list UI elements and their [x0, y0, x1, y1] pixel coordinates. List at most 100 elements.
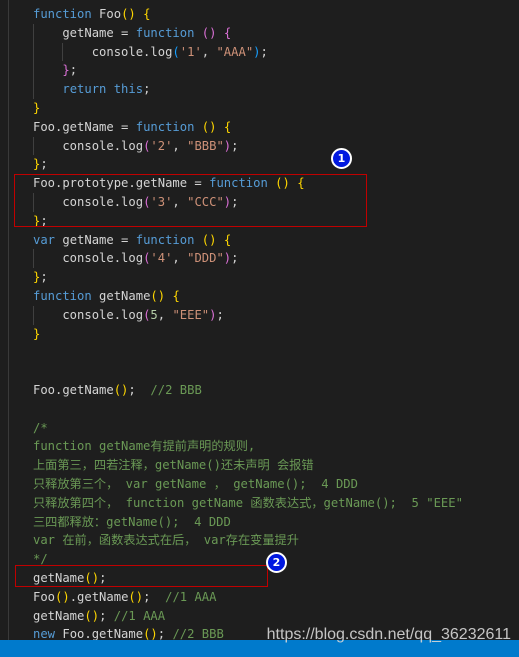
- code-token: 三四都释放：getName(); 4 DDD: [33, 514, 231, 529]
- code-line[interactable]: function getName有提前声明的规则,: [0, 437, 519, 456]
- code-token: console.log: [33, 138, 144, 153]
- code-token: function: [33, 7, 100, 21]
- code-line[interactable]: Foo.getName(); //2 BBB: [0, 381, 519, 400]
- code-token: //1 AAA: [165, 589, 217, 604]
- code-token: //1 AAA: [113, 608, 166, 623]
- code-token: 只释放第四个， function getName 函数表达式，getName()…: [33, 495, 463, 510]
- code-token: ): [253, 44, 261, 59]
- code-token: '2': [150, 138, 173, 153]
- code-token: {: [223, 119, 232, 134]
- code-token: ,: [201, 44, 217, 59]
- code-token: 上面第三，四若注释，getName()还未声明 会报错: [33, 458, 314, 473]
- code-token: (): [201, 119, 217, 134]
- code-line[interactable]: 只释放第三个， var getName ， getName(); 4 DDD: [0, 475, 519, 494]
- code-line[interactable]: return this;: [0, 80, 519, 99]
- indent-guide: [62, 42, 64, 62]
- code-line[interactable]: getName(); //1 AAA: [0, 607, 519, 626]
- code-token: }: [62, 63, 70, 78]
- code-token: Foo: [99, 7, 122, 21]
- code-token: function: [135, 25, 202, 40]
- code-token: ;: [143, 589, 166, 604]
- code-line[interactable]: 上面第三，四若注释，getName()还未声明 会报错: [0, 456, 519, 475]
- code-token: {: [172, 288, 180, 303]
- code-token: getName =: [33, 25, 136, 40]
- code-token: "EEE": [172, 307, 210, 322]
- code-line[interactable]: [0, 400, 519, 419]
- code-line[interactable]: Foo.getName = function () {: [0, 118, 519, 137]
- code-line[interactable]: [0, 343, 519, 362]
- code-line[interactable]: console.log('4', "DDD");: [0, 249, 519, 269]
- code-line[interactable]: console.log('2', "BBB");: [0, 136, 519, 156]
- code-token: '1': [179, 44, 202, 59]
- code-line[interactable]: Foo().getName(); //1 AAA: [0, 588, 519, 607]
- code-token: "BBB": [187, 138, 224, 153]
- annotation-badge-1: 1: [331, 148, 352, 169]
- code-token: (): [150, 288, 166, 303]
- code-token: getName: [99, 288, 151, 303]
- code-editor[interactable]: function Foo() { getName = function () {…: [0, 5, 519, 644]
- code-line[interactable]: function Foo() {: [0, 5, 519, 24]
- code-line[interactable]: var getName = function () {: [0, 231, 519, 250]
- code-token: }: [33, 326, 41, 341]
- code-token: (): [128, 589, 144, 604]
- code-line[interactable]: console.log('1', "AAA");: [0, 42, 519, 62]
- code-token: ,: [172, 138, 188, 153]
- code-line[interactable]: };: [0, 61, 519, 81]
- code-token: (): [201, 25, 217, 40]
- code-token: ;: [143, 82, 151, 97]
- code-line[interactable]: }: [0, 99, 519, 118]
- watermark: https://blog.csdn.net/qq_36232611: [266, 626, 511, 643]
- code-token: (): [201, 232, 217, 247]
- code-token: '4': [150, 251, 173, 266]
- code-line[interactable]: getName = function () {: [0, 23, 519, 43]
- code-token: Foo.getName: [33, 382, 114, 397]
- code-token: ;: [231, 138, 239, 153]
- code-token: .getName: [69, 589, 129, 604]
- code-token: function: [135, 232, 202, 247]
- code-token: (): [121, 7, 136, 21]
- code-token: ;: [260, 44, 268, 59]
- code-line[interactable]: /*: [0, 419, 519, 438]
- code-token: Foo.getName =: [33, 119, 136, 134]
- code-line[interactable]: function getName() {: [0, 287, 519, 306]
- indent-guide: [33, 42, 34, 62]
- code-token: console.log: [33, 44, 173, 59]
- code-token: console.log: [33, 307, 144, 322]
- code-token: "AAA": [216, 44, 254, 59]
- code-line[interactable]: }: [0, 325, 519, 344]
- code-line[interactable]: var 在前，函数表达式在后， var存在变量提升: [0, 531, 519, 550]
- code-line[interactable]: 只释放第四个， function getName 函数表达式，getName()…: [0, 494, 519, 513]
- code-token: */: [33, 552, 48, 567]
- code-line[interactable]: };: [0, 268, 519, 287]
- code-token: ;: [128, 382, 151, 397]
- code-line[interactable]: console.log(5, "EEE");: [0, 305, 519, 325]
- code-token: ,: [157, 307, 173, 322]
- code-token: return this: [62, 82, 144, 97]
- code-token: var 在前，函数表达式在后， var存在变量提升: [33, 533, 299, 548]
- indent-guide: [33, 249, 34, 269]
- code-token: Foo: [33, 589, 56, 604]
- code-token: /*: [33, 420, 48, 435]
- code-token: ;: [99, 608, 114, 623]
- code-token: var: [33, 232, 63, 247]
- code-token: function: [33, 288, 100, 303]
- code-token: (: [172, 44, 180, 59]
- highlight-box-getname-call: [15, 565, 268, 587]
- code-token: (): [55, 589, 70, 604]
- code-token: ;: [40, 157, 48, 172]
- indent-guide: [33, 23, 34, 43]
- code-token: ;: [231, 251, 239, 266]
- code-line[interactable]: };: [0, 155, 519, 174]
- code-line[interactable]: [0, 362, 519, 381]
- code-line[interactable]: 三四都释放：getName(); 4 DDD: [0, 513, 519, 532]
- code-token: (): [84, 608, 100, 623]
- code-token: 5: [150, 307, 158, 322]
- indent-guide: [33, 136, 34, 156]
- highlight-box-prototype-getname: [14, 174, 367, 227]
- code-token: {: [223, 25, 232, 40]
